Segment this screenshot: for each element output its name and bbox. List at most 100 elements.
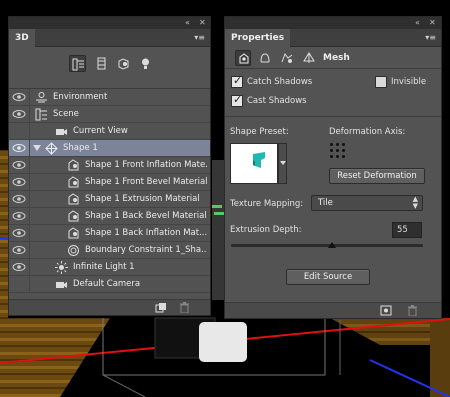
properties-panel: « ✕ Properties ▾≡ Mesh ✓ Catch Shadows I… [224, 16, 442, 319]
collapse-icon[interactable]: « [415, 17, 420, 29]
tab-3d[interactable]: 3D [9, 29, 35, 47]
render-icon[interactable] [380, 305, 392, 316]
layer-label: Scene [53, 109, 79, 119]
cap-icon [281, 52, 293, 63]
environment-icon [36, 92, 47, 103]
panel-tabbar: 3D ▾≡ [9, 29, 210, 47]
layer-material[interactable]: Shape 1 Extrusion Material [9, 191, 210, 208]
coordinates-button[interactable] [301, 50, 317, 66]
layer-shape-1[interactable]: Shape 1 [9, 140, 210, 157]
cast-shadows-checkbox[interactable]: ✓ [231, 93, 243, 107]
panel-footer [9, 299, 210, 315]
filter-toolbar [9, 47, 210, 89]
close-icon[interactable]: ✕ [199, 17, 206, 29]
eye-icon[interactable] [12, 228, 26, 238]
invisible-checkbox[interactable] [375, 76, 387, 88]
panel-topstrip: « ✕ [9, 17, 210, 29]
close-icon[interactable]: ✕ [429, 17, 436, 29]
extrusion-depth-label: Extrusion Depth: [230, 225, 302, 235]
layer-environment[interactable]: Environment [9, 89, 210, 106]
layer-material[interactable]: Shape 1 Front Inflation Mate... [9, 157, 210, 174]
light-filter-icon [142, 58, 149, 69]
layer-label: Boundary Constraint 1_Sha... [85, 245, 207, 255]
cap-button[interactable] [279, 50, 295, 66]
material-icon [68, 193, 79, 205]
slider-thumb[interactable] [328, 242, 336, 248]
layer-infinite-light[interactable]: Infinite Light 1 [9, 259, 210, 276]
eye-icon[interactable] [12, 245, 26, 255]
scene-filter-button[interactable] [69, 55, 86, 72]
deformation-axis-grid[interactable] [329, 142, 347, 160]
shape-preset-swatch[interactable] [230, 143, 278, 184]
eye-icon[interactable] [12, 211, 26, 221]
material-icon [68, 210, 79, 222]
mesh-icon [45, 142, 58, 155]
edit-source-button[interactable]: Edit Source [286, 269, 370, 285]
layer-label: Shape 1 Extrusion Material [85, 194, 200, 204]
invisible-label: Invisible [391, 77, 427, 87]
layer-boundary-constraint[interactable]: Boundary Constraint 1_Sha... [9, 242, 210, 259]
section-divider [225, 116, 441, 117]
new-object-icon[interactable] [155, 302, 167, 313]
deformation-axis-label: Deformation Axis: [329, 127, 406, 137]
material-icon [68, 176, 79, 188]
shape-preset-dropdown[interactable] [278, 143, 287, 184]
texture-mapping-select[interactable]: Tile ▲ ▼ [311, 195, 423, 211]
material-icon [68, 227, 79, 239]
trash-icon[interactable] [407, 305, 418, 316]
eye-icon[interactable] [12, 262, 26, 272]
camera-icon [56, 282, 67, 288]
scene-filter-icon [72, 58, 84, 71]
panel-topstrip: « ✕ [225, 17, 441, 29]
scene-icon [35, 108, 47, 121]
eye-icon[interactable] [12, 109, 26, 119]
eye-icon[interactable] [12, 143, 26, 153]
layer-label: Environment [53, 92, 108, 102]
material-filter-icon [118, 58, 129, 70]
cast-shadows-label: Cast Shadows [247, 96, 307, 106]
material-icon [68, 159, 79, 171]
material-filter-button[interactable] [115, 55, 132, 72]
checkmark-icon: ✓ [233, 93, 243, 106]
mesh-filter-icon [97, 57, 106, 70]
layer-label: Shape 1 [63, 143, 98, 153]
eye-icon[interactable] [12, 194, 26, 204]
layer-current-view[interactable]: Current View [9, 123, 210, 140]
checkmark-icon: ✓ [233, 74, 243, 87]
panel-tabbar: Properties ▾≡ [225, 29, 441, 47]
collapse-icon[interactable]: « [185, 17, 190, 29]
mesh-properties-button[interactable] [235, 50, 251, 66]
mesh-filter-button[interactable] [93, 55, 110, 72]
disclosure-triangle-icon[interactable] [33, 145, 41, 151]
eye-icon[interactable] [12, 160, 26, 170]
layer-material[interactable]: Shape 1 Front Bevel Material [9, 174, 210, 191]
shape-preset-thumbnail-icon [253, 152, 265, 168]
shape-preset-label: Shape Preset: [230, 127, 289, 137]
panel-menu-icon[interactable]: ▾≡ [194, 33, 205, 42]
scene-layer-list: Environment Scene Current View Shape 1 S… [9, 89, 210, 305]
infinite-light-icon [55, 261, 68, 274]
layer-label: Default Camera [73, 279, 141, 289]
layer-material[interactable]: Shape 1 Back Inflation Mat... [9, 225, 210, 242]
constraint-icon [68, 245, 79, 256]
extrusion-depth-slider[interactable] [231, 244, 423, 247]
layer-default-camera[interactable]: Default Camera [9, 276, 210, 293]
layer-label: Shape 1 Back Inflation Mat... [85, 228, 207, 238]
catch-shadows-checkbox[interactable]: ✓ [231, 74, 243, 88]
panel-footer [225, 302, 441, 318]
trash-icon[interactable] [179, 302, 190, 313]
panel-menu-icon[interactable]: ▾≡ [425, 33, 436, 42]
mesh-icon [239, 53, 249, 64]
layer-label: Shape 1 Front Inflation Mate... [85, 160, 207, 170]
catch-shadows-label: Catch Shadows [247, 77, 313, 87]
coordinates-icon [303, 52, 315, 63]
tab-properties[interactable]: Properties [225, 29, 291, 47]
eye-icon[interactable] [12, 92, 26, 102]
reset-deformation-button[interactable]: Reset Deformation [329, 168, 425, 184]
eye-icon[interactable] [12, 177, 26, 187]
layer-scene[interactable]: Scene [9, 106, 210, 123]
light-filter-button[interactable] [137, 55, 154, 72]
deform-button[interactable] [257, 50, 273, 66]
layer-material[interactable]: Shape 1 Back Bevel Material [9, 208, 210, 225]
extrusion-depth-input[interactable]: 55 [392, 222, 422, 238]
